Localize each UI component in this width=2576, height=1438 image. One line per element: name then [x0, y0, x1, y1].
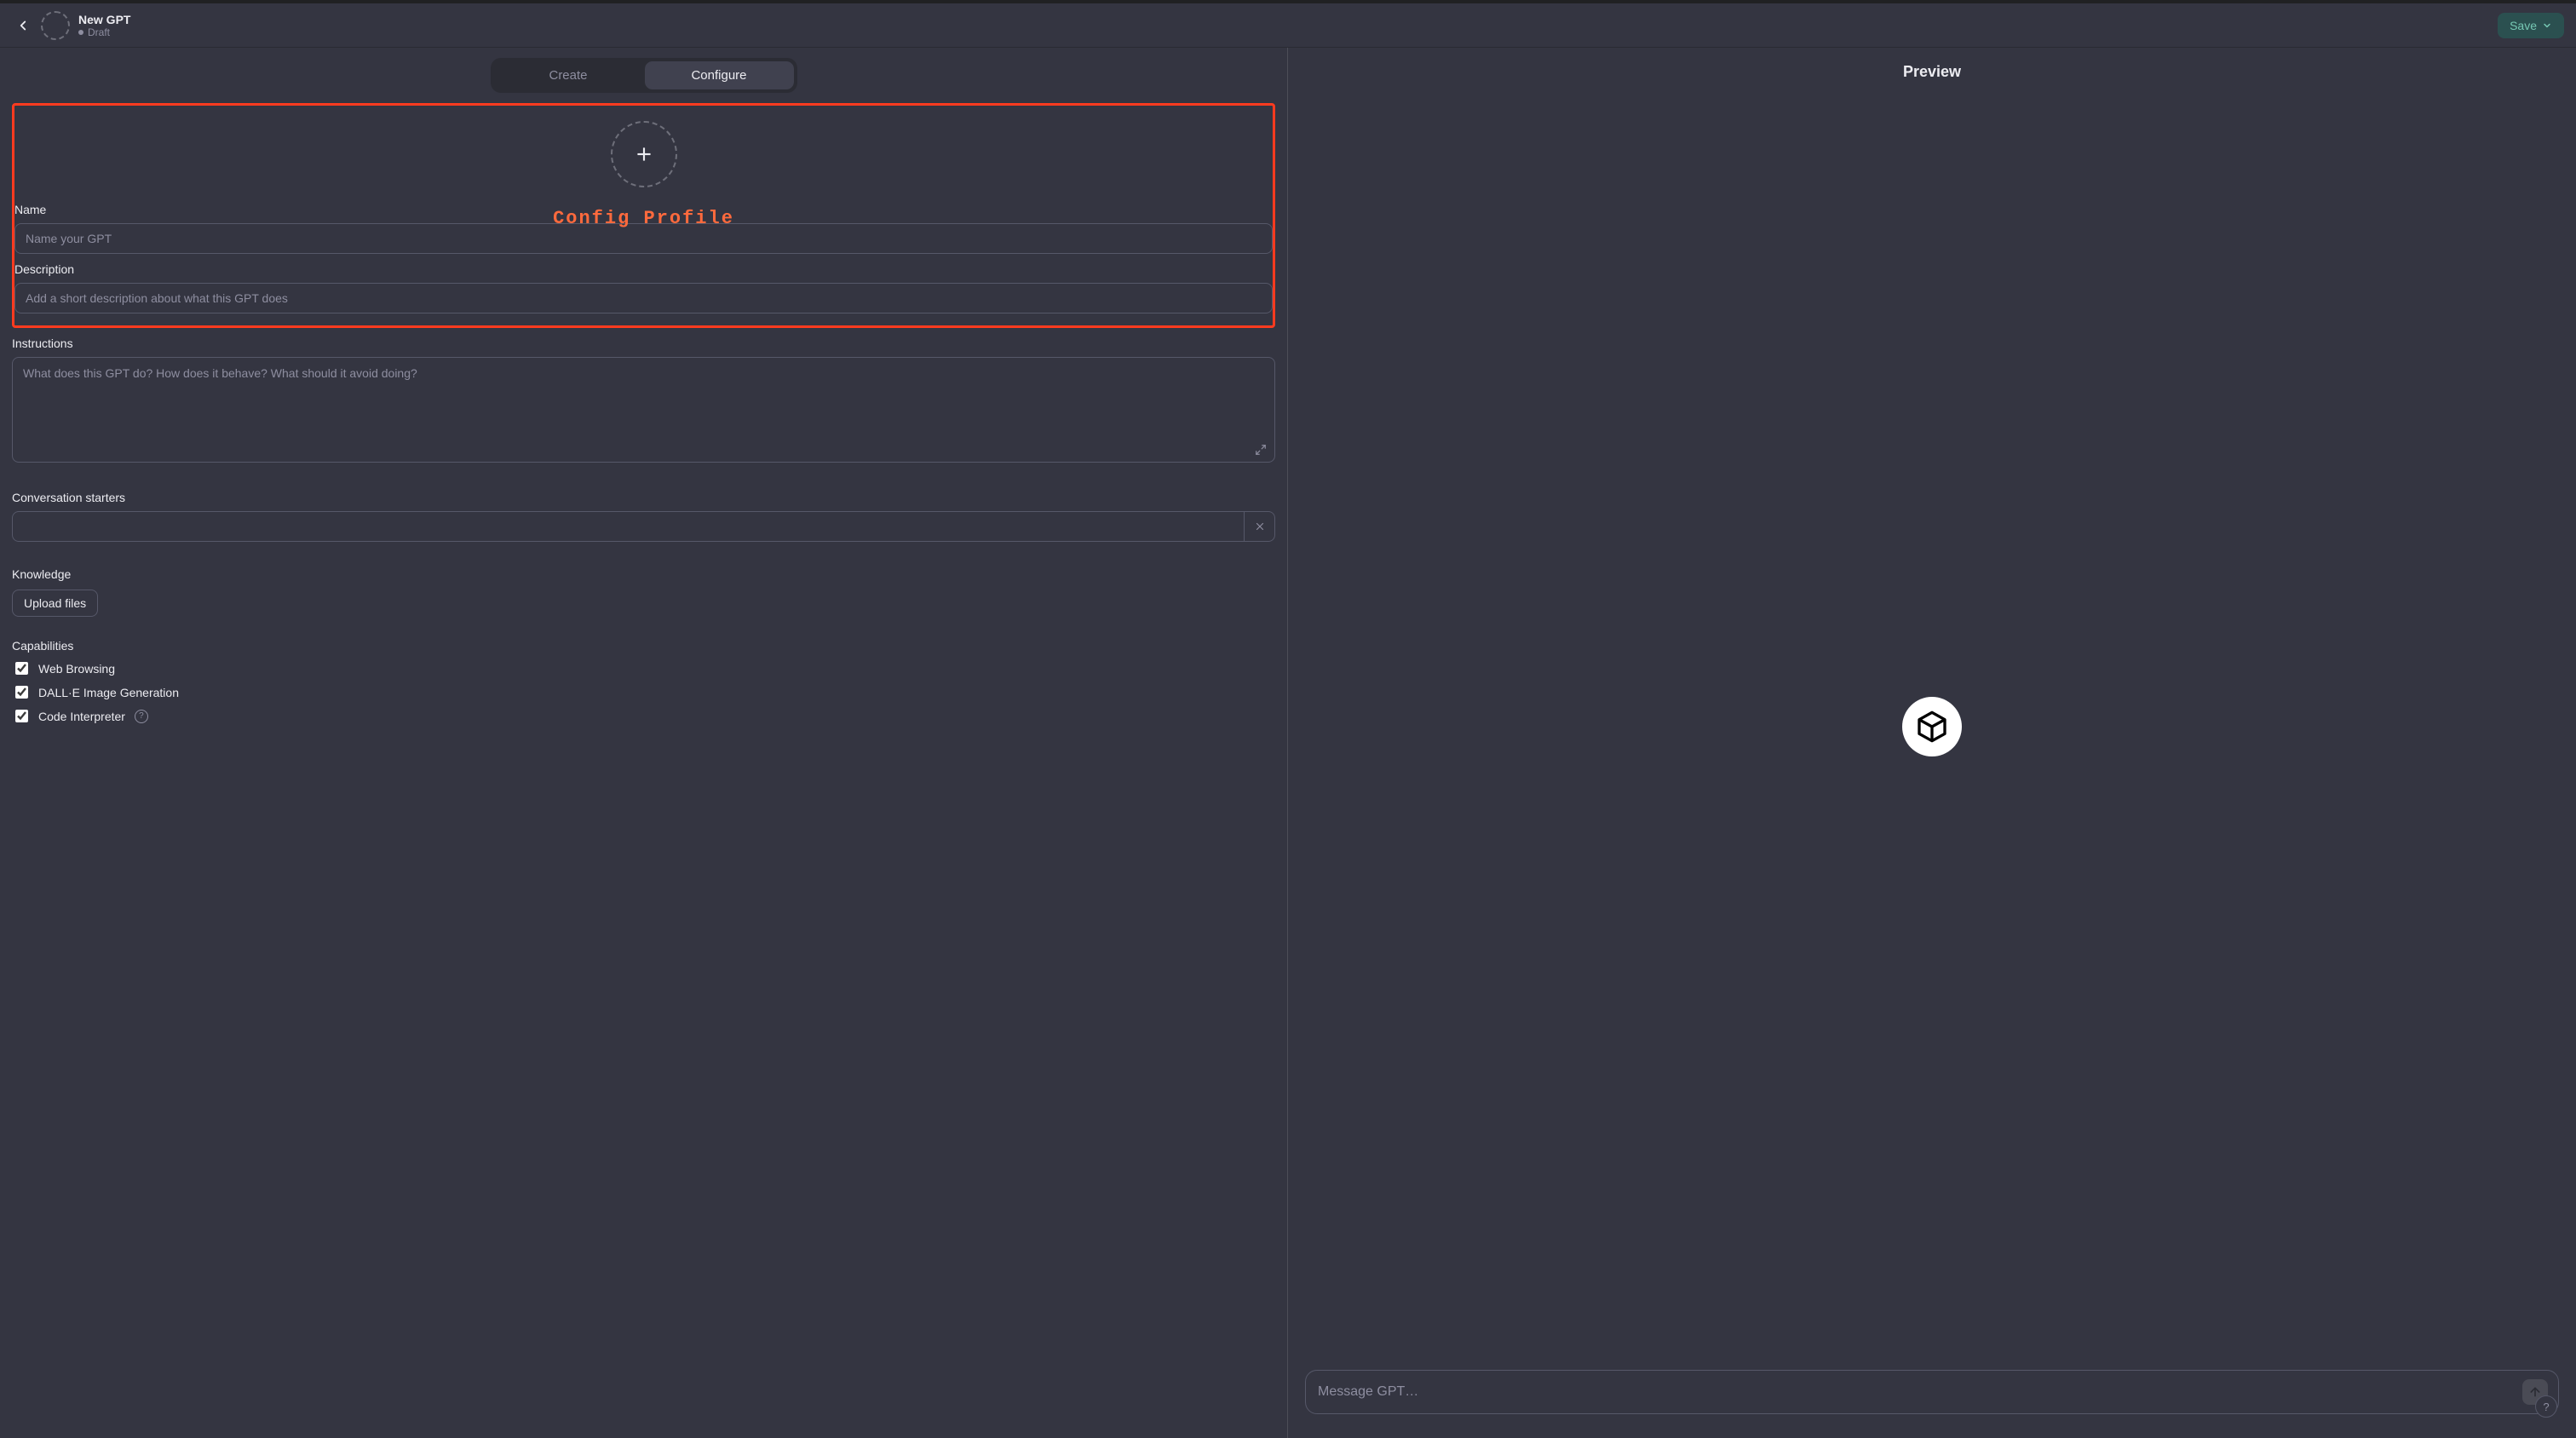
tab-configure[interactable]: Configure — [645, 61, 794, 89]
capabilities-label: Capabilities — [12, 639, 1275, 653]
status-text: Draft — [88, 26, 110, 38]
description-label: Description — [14, 262, 1273, 276]
capability-checkbox[interactable] — [15, 686, 28, 699]
capability-label: Code Interpreter — [38, 710, 125, 723]
cube-icon — [1915, 710, 1949, 744]
status-label: Draft — [78, 26, 130, 38]
capability-row-dalle: DALL·E Image Generation — [12, 683, 1275, 701]
mode-tabs: Create Configure — [491, 58, 797, 93]
capability-label: DALL·E Image Generation — [38, 686, 179, 699]
starter-row — [12, 511, 1275, 542]
chevron-down-icon — [2542, 20, 2552, 31]
header-bar: New GPT Draft Save — [0, 3, 2576, 48]
profile-highlight-box: Config Profile Name Description — [12, 103, 1275, 328]
name-input[interactable] — [14, 223, 1273, 254]
page-title: New GPT — [78, 13, 130, 26]
starters-label: Conversation starters — [12, 491, 1275, 504]
back-button[interactable] — [12, 14, 34, 37]
description-input[interactable] — [14, 283, 1273, 313]
starter-remove-button[interactable] — [1244, 512, 1274, 541]
config-panel: Create Configure Config Profile Name Des… — [0, 48, 1288, 1438]
capability-label: Web Browsing — [38, 662, 115, 676]
capability-checkbox[interactable] — [15, 662, 28, 675]
instructions-label: Instructions — [12, 336, 1275, 350]
close-icon — [1254, 521, 1266, 532]
chevron-left-icon — [15, 18, 31, 33]
preview-message-box — [1305, 1370, 2559, 1414]
capability-checkbox[interactable] — [15, 710, 28, 722]
preview-model-icon — [1902, 697, 1962, 756]
capability-row-web-browsing: Web Browsing — [12, 659, 1275, 677]
preview-message-input[interactable] — [1316, 1383, 2522, 1401]
upload-files-button[interactable]: Upload files — [12, 590, 98, 617]
floating-help-button[interactable]: ? — [2535, 1395, 2557, 1418]
gpt-avatar-placeholder — [41, 11, 70, 40]
plus-icon — [633, 143, 655, 165]
tab-create[interactable]: Create — [494, 61, 643, 89]
add-image-button[interactable] — [611, 121, 677, 187]
name-label: Name — [14, 203, 1273, 216]
expand-icon[interactable] — [1255, 444, 1267, 458]
preview-title: Preview — [1288, 48, 2576, 96]
preview-panel: Preview — [1288, 48, 2576, 1438]
save-button[interactable]: Save — [2498, 13, 2564, 38]
help-icon[interactable]: ? — [135, 710, 148, 723]
capability-row-code-interpreter: Code Interpreter ? — [12, 707, 1275, 725]
knowledge-label: Knowledge — [12, 567, 1275, 581]
save-label: Save — [2510, 19, 2537, 32]
instructions-textarea[interactable] — [12, 357, 1275, 463]
starter-input[interactable] — [13, 512, 1244, 541]
status-dot-icon — [78, 30, 83, 35]
